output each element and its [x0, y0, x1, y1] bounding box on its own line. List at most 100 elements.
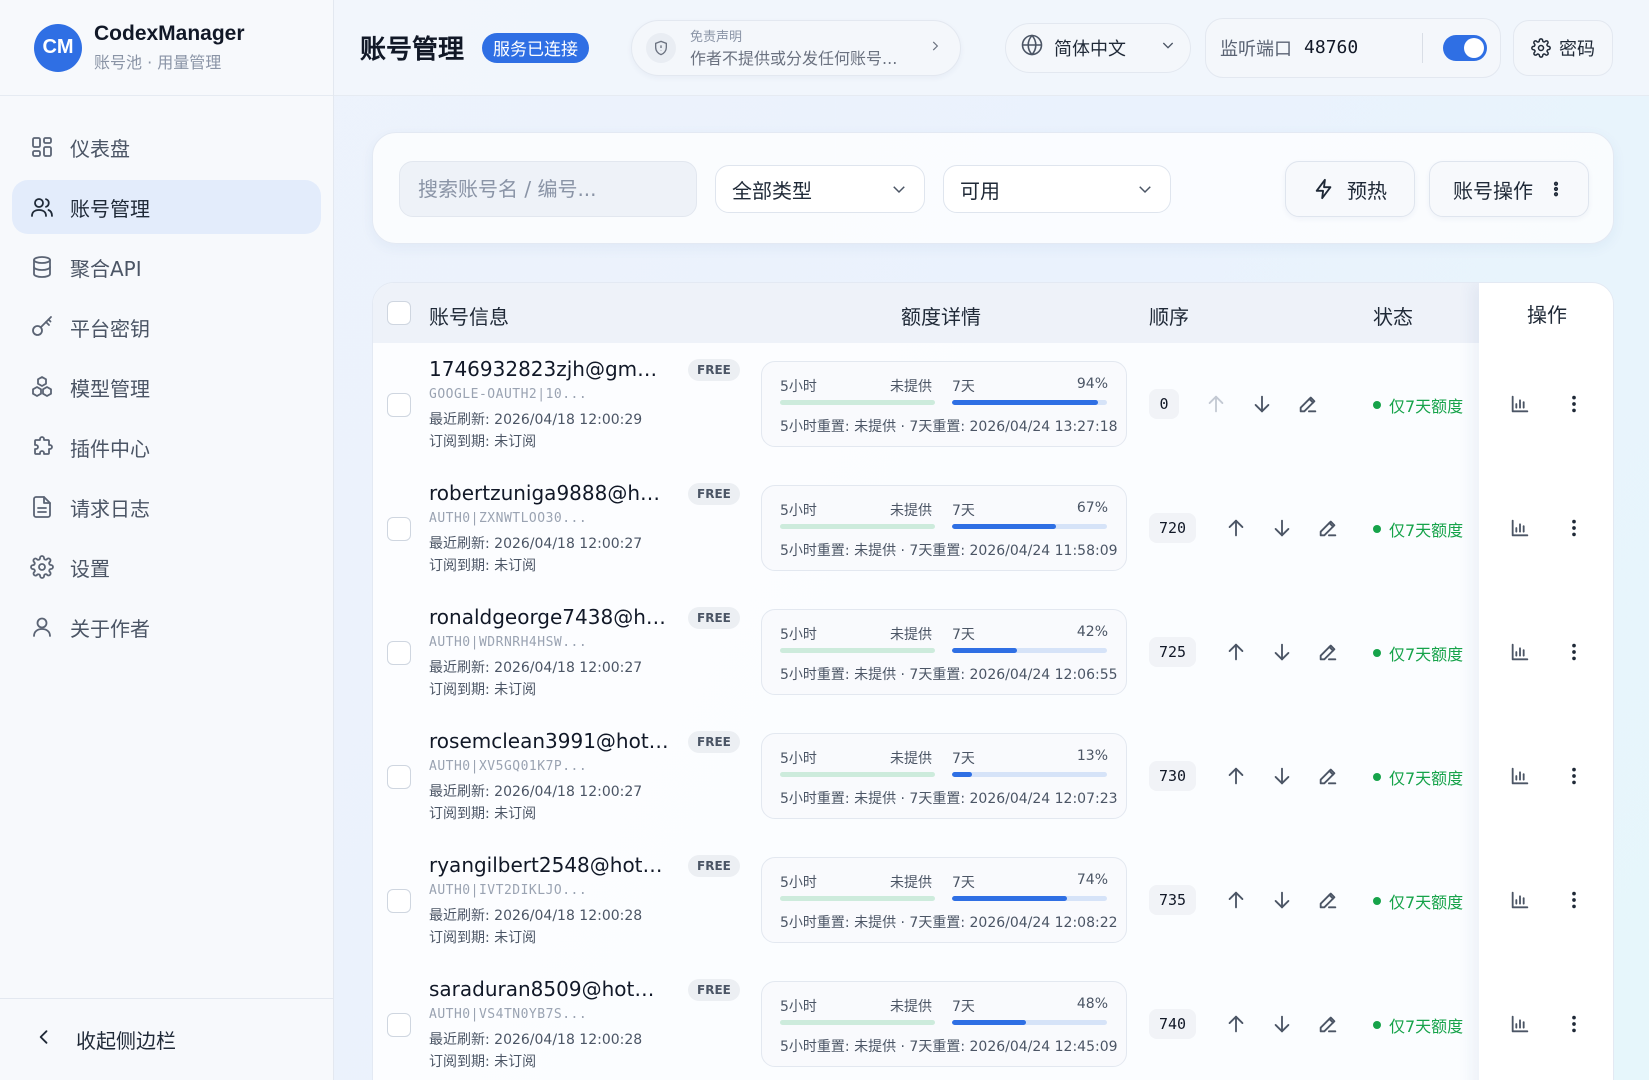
- move-down-button[interactable]: [1249, 391, 1275, 417]
- row-checkbox[interactable]: [387, 517, 411, 541]
- quota-7d-bar: [952, 772, 1107, 777]
- move-down-button[interactable]: [1269, 887, 1295, 913]
- sidebar-item-platform-keys[interactable]: 平台密钥: [12, 300, 321, 354]
- status-indicator: 仅7天额度: [1373, 641, 1463, 665]
- row-checkbox[interactable]: [387, 393, 411, 417]
- status-dot: [1373, 401, 1381, 409]
- row-more-button[interactable]: [1561, 391, 1587, 417]
- usage-stats-button[interactable]: [1507, 1011, 1533, 1037]
- row-more-button[interactable]: [1561, 1011, 1587, 1037]
- disclaimer-body: 作者不提供或分发任何账号...: [690, 49, 898, 68]
- move-down-button[interactable]: [1269, 1011, 1295, 1037]
- type-filter-select[interactable]: 全部类型: [715, 165, 925, 213]
- row-checkbox[interactable]: [387, 889, 411, 913]
- table-row: robertzuniga9888@hot... FREE AUTH0|ZXNWT…: [373, 467, 1613, 591]
- edit-order-button[interactable]: [1315, 1011, 1341, 1037]
- more-vertical-icon: [1563, 517, 1585, 539]
- plan-badge: FREE: [688, 607, 740, 629]
- status-text: 仅7天额度: [1389, 1017, 1464, 1036]
- order-value: 720: [1149, 513, 1197, 543]
- move-up-button[interactable]: [1223, 639, 1249, 665]
- sidebar-item-plugins[interactable]: 插件中心: [12, 420, 321, 474]
- more-vertical-icon: [1553, 181, 1559, 197]
- arrow-down-icon: [1271, 517, 1293, 539]
- quota-7d-fill: [952, 896, 1067, 901]
- bar-chart-icon: [1509, 393, 1531, 415]
- edit-order-button[interactable]: [1315, 887, 1341, 913]
- move-up-button[interactable]: [1223, 515, 1249, 541]
- sidebar-item-request-logs[interactable]: 请求日志: [12, 480, 321, 534]
- sidebar-item-accounts[interactable]: 账号管理: [12, 180, 321, 234]
- sidebar-item-dashboard[interactable]: 仪表盘: [12, 120, 321, 174]
- sidebar-item-models[interactable]: 模型管理: [12, 360, 321, 414]
- brand: CM CodexManager 账号池 · 用量管理: [0, 0, 333, 96]
- quota-5h-value: 未提供: [890, 379, 932, 395]
- account-actions-button[interactable]: 账号操作: [1429, 161, 1589, 217]
- row-checkbox[interactable]: [387, 765, 411, 789]
- disclaimer-banner[interactable]: 免责声明 作者不提供或分发任何账号...: [631, 19, 962, 76]
- status-filter-select[interactable]: 可用: [943, 165, 1171, 213]
- usage-stats-button[interactable]: [1507, 639, 1533, 665]
- move-up-button[interactable]: [1223, 1011, 1249, 1037]
- quota-card: 5小时 未提供 7天 74% 5小时重置: 未提供 · 7天重置: 2026/0…: [761, 857, 1127, 943]
- language-select[interactable]: 简体中文: [1005, 22, 1192, 73]
- arrow-up-icon: [1225, 641, 1247, 663]
- status-dot: [1373, 525, 1381, 533]
- row-more-button[interactable]: [1561, 763, 1587, 789]
- move-up-button[interactable]: [1223, 763, 1249, 789]
- quota-7d-label: 7天: [952, 875, 975, 891]
- quota-7d-bar: [952, 896, 1107, 901]
- status-dot: [1373, 649, 1381, 657]
- sidebar-item-label: 仪表盘: [70, 136, 130, 161]
- select-all-checkbox[interactable]: [387, 301, 411, 325]
- users-icon: [28, 193, 56, 221]
- sidebar-item-settings[interactable]: 设置: [12, 540, 321, 594]
- quota-5h-bar: [780, 896, 935, 901]
- edit-order-button[interactable]: [1315, 515, 1341, 541]
- row-more-button[interactable]: [1561, 515, 1587, 541]
- collapse-sidebar-button[interactable]: 收起侧边栏: [0, 998, 334, 1080]
- table-row: ronaldgeorge7438@ho... FREE AUTH0|WDRNRH…: [373, 591, 1613, 715]
- usage-stats-button[interactable]: [1507, 391, 1533, 417]
- order-value: 0: [1149, 389, 1179, 419]
- arrow-up-icon: [1225, 765, 1247, 787]
- move-down-button[interactable]: [1269, 515, 1295, 541]
- usage-stats-button[interactable]: [1507, 887, 1533, 913]
- edit-order-button[interactable]: [1315, 639, 1341, 665]
- quota-5h-label: 5小时: [780, 503, 817, 519]
- port-toggle[interactable]: [1443, 34, 1488, 61]
- quota-7d-fill: [952, 524, 1056, 529]
- edit-order-button[interactable]: [1315, 763, 1341, 789]
- move-down-button[interactable]: [1269, 763, 1295, 789]
- quota-reset-info: 5小时重置: 未提供 · 7天重置: 2026/04/24 11:58:09: [780, 543, 1118, 559]
- account-name: 1746932823zjh@gmail....: [429, 357, 669, 381]
- search-input[interactable]: [399, 161, 697, 217]
- quota-7d-percent: 67%: [1076, 500, 1108, 516]
- sidebar-item-about[interactable]: 关于作者: [12, 600, 321, 654]
- move-up-button[interactable]: [1223, 887, 1249, 913]
- quota-7d-bar: [952, 524, 1107, 529]
- sidebar-item-aggregate-api[interactable]: 聚合API: [12, 240, 321, 294]
- move-down-button[interactable]: [1269, 639, 1295, 665]
- sidebar-item-label: 平台密钥: [70, 316, 150, 341]
- row-more-button[interactable]: [1561, 639, 1587, 665]
- sidebar: CM CodexManager 账号池 · 用量管理 仪表盘 账号管理 聚合AP…: [0, 0, 334, 1080]
- quota-7d-percent: 42%: [1076, 624, 1108, 640]
- usage-stats-button[interactable]: [1507, 763, 1533, 789]
- edit-order-button[interactable]: [1295, 391, 1321, 417]
- quota-card: 5小时 未提供 7天 67% 5小时重置: 未提供 · 7天重置: 2026/0…: [761, 485, 1127, 571]
- row-checkbox[interactable]: [387, 641, 411, 665]
- row-more-button[interactable]: [1561, 887, 1587, 913]
- account-id: AUTH0|WDRNRH4HSW...: [429, 635, 588, 650]
- password-button[interactable]: 密码: [1513, 19, 1614, 76]
- warmup-button[interactable]: 预热: [1285, 161, 1415, 217]
- status-filter-value: 可用: [960, 178, 1000, 203]
- move-up-button[interactable]: [1203, 391, 1229, 417]
- row-checkbox[interactable]: [387, 1013, 411, 1037]
- status-dot: [1373, 773, 1381, 781]
- usage-stats-button[interactable]: [1507, 515, 1533, 541]
- brand-name: CodexManager: [94, 22, 245, 45]
- last-refresh: 最近刷新: 2026/04/18 12:00:27: [429, 536, 643, 552]
- port-input[interactable]: 48760: [1304, 37, 1414, 58]
- divider: [1422, 32, 1424, 63]
